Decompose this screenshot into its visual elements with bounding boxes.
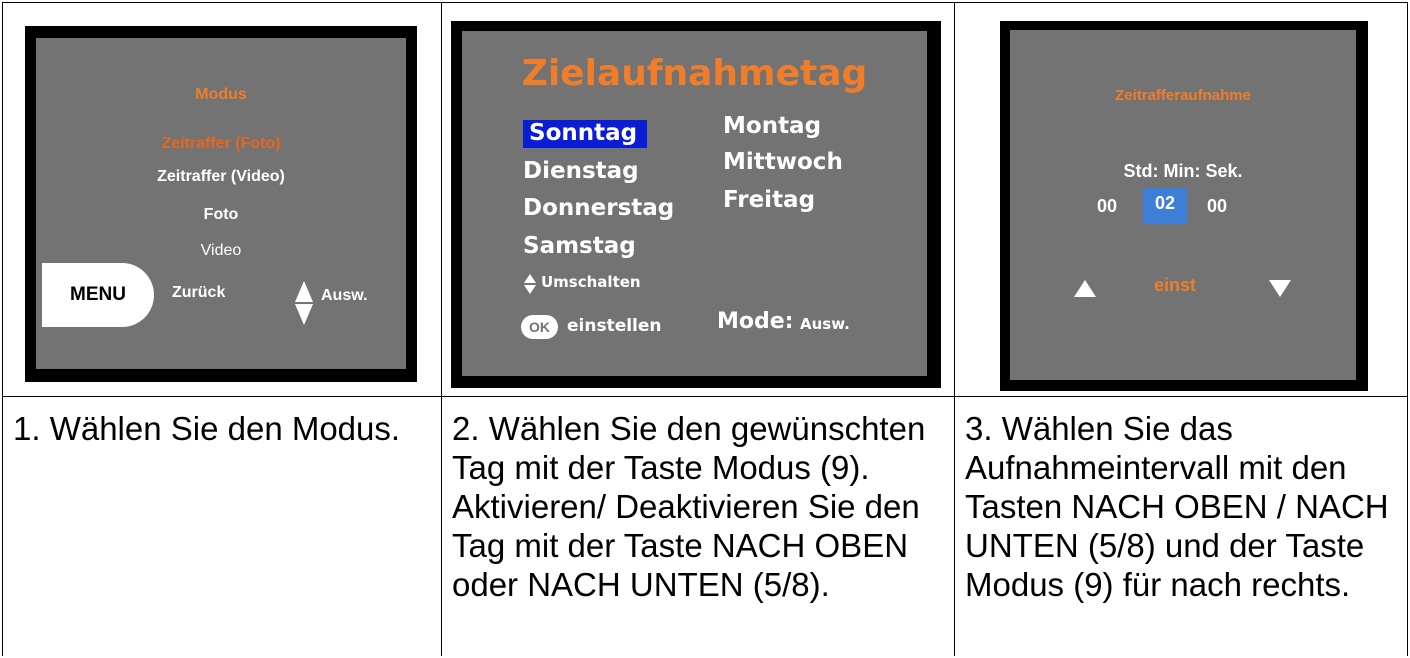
- set-label: einstellen: [567, 316, 662, 336]
- caption-cell-2: 2. Wählen Sie den gewünschten Tag mit de…: [441, 396, 955, 656]
- mode-label: Mode:: [717, 309, 794, 334]
- caption-cell-1: 1. Wählen Sie den Modus.: [2, 396, 442, 656]
- up-arrow-icon[interactable]: [1074, 280, 1096, 297]
- step-2-caption: 2. Wählen Sie den gewünschten Tag mit de…: [452, 410, 926, 603]
- day-tuesday[interactable]: Dienstag: [523, 158, 639, 184]
- screen-cell-3: Zeitrafferaufnahme Std: Min: Sek. 00 02 …: [954, 2, 1408, 397]
- time-units-label: Std: Min: Sek.: [1123, 161, 1243, 181]
- menu-label: MENU: [70, 284, 126, 305]
- set-label: einst: [1154, 275, 1197, 295]
- day-wednesday[interactable]: Mittwoch: [723, 149, 843, 175]
- camera-screen-timelapse: Zeitrafferaufnahme Std: Min: Sek. 00 02 …: [1000, 21, 1368, 391]
- option-timelapse-photo[interactable]: Zeitraffer (Foto): [36, 135, 406, 153]
- screen-display: Zeitrafferaufnahme Std: Min: Sek. 00 02 …: [1010, 30, 1356, 380]
- day-sunday[interactable]: Sonntag: [523, 120, 648, 148]
- mode-select-label: Ausw.: [800, 315, 850, 333]
- option-timelapse-video[interactable]: Zeitraffer (Video): [36, 168, 406, 186]
- day-saturday[interactable]: Samstag: [523, 233, 636, 259]
- screen-display: Zielaufnahmetag Sonntag Montag Dienstag …: [462, 31, 927, 376]
- instruction-table: Modus Zeitraffer (Foto) Zeitraffer (Vide…: [2, 2, 1408, 656]
- minutes-field[interactable]: 02: [1143, 188, 1187, 224]
- caption-cell-3: 3. Wählen Sie das Aufnahmeintervall mit …: [954, 396, 1408, 656]
- step-3-caption: 3. Wählen Sie das Aufnahmeintervall mit …: [965, 410, 1389, 603]
- day-friday[interactable]: Freitag: [723, 187, 815, 213]
- up-down-arrow-icon: [524, 274, 536, 294]
- camera-screen-mode: Modus Zeitraffer (Foto) Zeitraffer (Vide…: [25, 26, 417, 382]
- back-label: Zurück: [172, 284, 226, 301]
- seconds-field[interactable]: 00: [1207, 196, 1227, 217]
- select-label: Ausw.: [321, 287, 368, 304]
- step-1-caption: 1. Wählen Sie den Modus.: [13, 410, 401, 447]
- screen-cell-2: Zielaufnahmetag Sonntag Montag Dienstag …: [441, 2, 955, 397]
- menu-title: Zielaufnahmetag: [521, 53, 868, 94]
- option-video[interactable]: Video: [36, 242, 406, 260]
- toggle-label: Umschalten: [541, 273, 641, 291]
- day-monday[interactable]: Montag: [723, 113, 821, 139]
- ok-icon-text: OK: [529, 319, 550, 335]
- down-arrow-icon[interactable]: [1269, 280, 1291, 297]
- menu-button[interactable]: MENU: [42, 263, 154, 327]
- menu-title: Zeitrafferaufnahme: [1115, 87, 1251, 104]
- up-down-arrow-icon: [295, 281, 313, 325]
- day-thursday[interactable]: Donnerstag: [523, 195, 674, 221]
- hours-field[interactable]: 00: [1097, 196, 1117, 217]
- ok-icon: OK: [521, 315, 558, 339]
- menu-title: Modus: [195, 86, 247, 103]
- camera-screen-target-day: Zielaufnahmetag Sonntag Montag Dienstag …: [451, 21, 941, 388]
- screen-cell-1: Modus Zeitraffer (Foto) Zeitraffer (Vide…: [2, 2, 442, 397]
- screen-display: Modus Zeitraffer (Foto) Zeitraffer (Vide…: [36, 38, 406, 369]
- option-photo[interactable]: Foto: [36, 206, 406, 224]
